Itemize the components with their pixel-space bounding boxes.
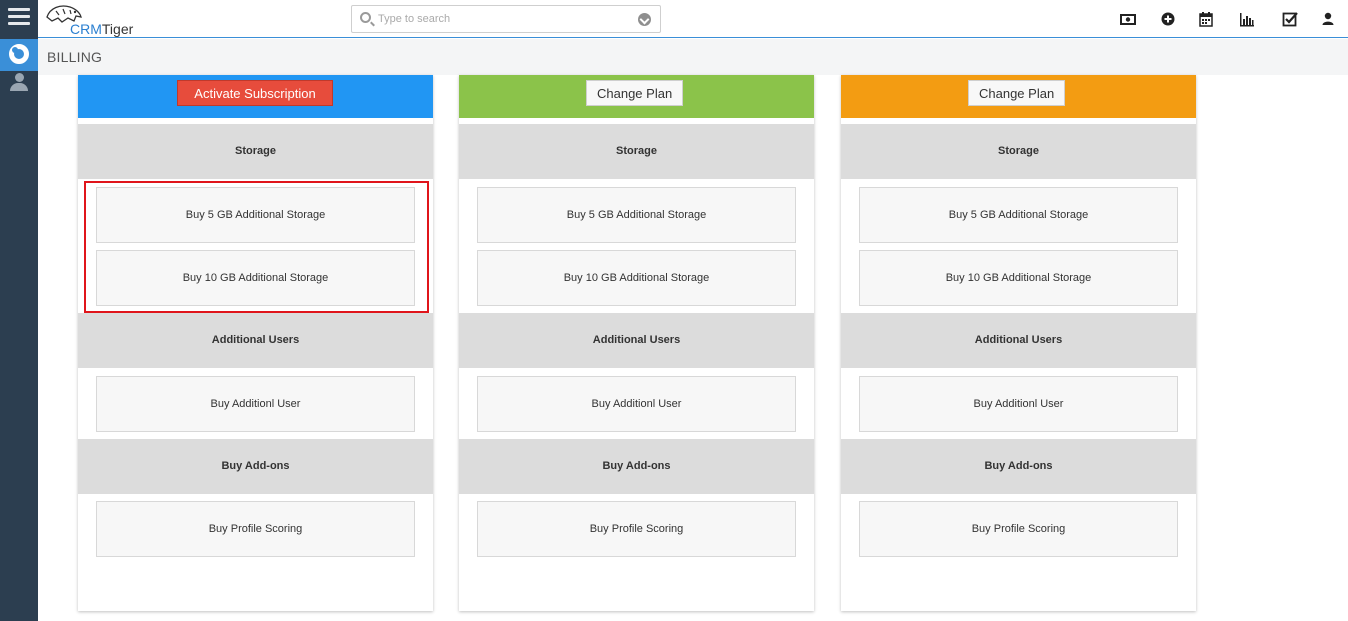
page-header: BILLING — [38, 39, 1348, 75]
user-nav-icon[interactable] — [10, 73, 28, 91]
page-title: BILLING — [47, 49, 103, 65]
plan-card: Change Plan Storage Buy 5 GB Additional … — [459, 75, 814, 611]
user-icon[interactable] — [1320, 11, 1336, 27]
buy-10gb-storage-button[interactable]: Buy 10 GB Additional Storage — [859, 250, 1178, 306]
section-additional-users: Additional Users — [841, 313, 1196, 368]
buy-additional-user-button[interactable]: Buy Additionl User — [859, 376, 1178, 432]
section-storage: Storage — [459, 124, 814, 179]
lifebuoy-icon — [9, 44, 29, 64]
hamburger-menu-icon[interactable] — [8, 8, 30, 28]
logo-wordmark: CRMTiger — [70, 21, 134, 37]
search-input[interactable] — [378, 10, 628, 28]
billing-content: Activate Subscription Storage Buy 5 GB A… — [38, 75, 1348, 621]
plan-header: Change Plan — [459, 75, 814, 118]
buy-5gb-storage-button[interactable]: Buy 5 GB Additional Storage — [859, 187, 1178, 243]
section-additional-users: Additional Users — [459, 313, 814, 368]
plan-header: Change Plan — [841, 75, 1196, 118]
buy-profile-scoring-button[interactable]: Buy Profile Scoring — [859, 501, 1178, 557]
support-nav-item[interactable] — [0, 39, 38, 71]
buy-profile-scoring-button[interactable]: Buy Profile Scoring — [96, 501, 415, 557]
global-search[interactable] — [351, 5, 661, 33]
change-plan-button[interactable]: Change Plan — [586, 80, 684, 106]
section-storage: Storage — [841, 124, 1196, 179]
crmtiger-logo[interactable]: CRMTiger — [44, 3, 134, 37]
buy-additional-user-button[interactable]: Buy Additionl User — [477, 376, 796, 432]
plan-card: Activate Subscription Storage Buy 5 GB A… — [78, 75, 433, 611]
buy-profile-scoring-button[interactable]: Buy Profile Scoring — [477, 501, 796, 557]
buy-10gb-storage-button[interactable]: Buy 10 GB Additional Storage — [477, 250, 796, 306]
bar-chart-icon[interactable] — [1239, 11, 1255, 27]
section-additional-users: Additional Users — [78, 313, 433, 368]
add-circle-icon[interactable] — [1160, 11, 1176, 27]
section-add-ons: Buy Add-ons — [459, 439, 814, 494]
plan-header: Activate Subscription — [78, 75, 433, 118]
checkbox-icon[interactable] — [1282, 11, 1298, 27]
calendar-icon[interactable] — [1198, 11, 1214, 27]
left-rail — [0, 0, 38, 621]
section-add-ons: Buy Add-ons — [78, 439, 433, 494]
chevron-down-icon[interactable] — [638, 13, 651, 26]
activate-subscription-button[interactable]: Activate Subscription — [177, 80, 333, 106]
buy-5gb-storage-button[interactable]: Buy 5 GB Additional Storage — [477, 187, 796, 243]
search-icon — [360, 12, 371, 23]
buy-additional-user-button[interactable]: Buy Additionl User — [96, 376, 415, 432]
change-plan-button[interactable]: Change Plan — [968, 80, 1066, 106]
top-bar: CRMTiger — [38, 0, 1348, 38]
plan-card: Change Plan Storage Buy 5 GB Additional … — [841, 75, 1196, 611]
money-icon[interactable] — [1120, 11, 1136, 27]
storage-options-highlight — [84, 181, 429, 313]
section-storage: Storage — [78, 124, 433, 179]
section-add-ons: Buy Add-ons — [841, 439, 1196, 494]
